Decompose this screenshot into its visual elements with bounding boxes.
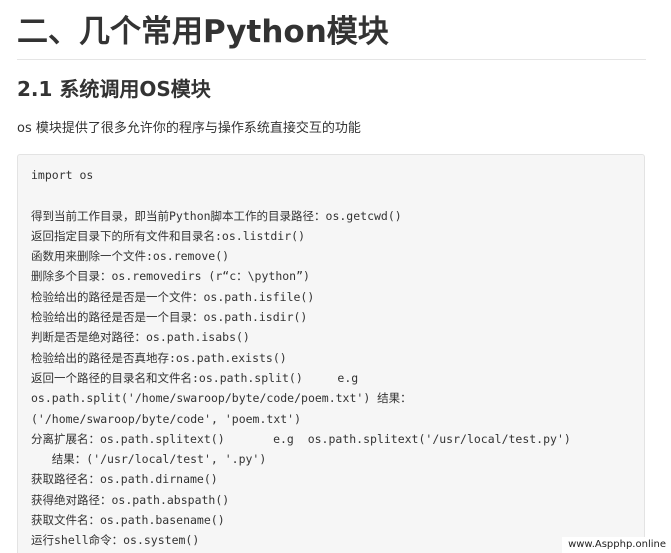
site-watermark: www.Aspphp.online xyxy=(562,537,671,553)
code-line: 分离扩展名：os.path.splitext() e.g os.path.spl… xyxy=(31,431,571,446)
code-line: 结果：('/usr/local/test', '.py') xyxy=(31,452,267,467)
code-block: import os 得到当前工作目录，即当前Python脚本工作的目录路径：os.… xyxy=(17,154,645,553)
code-line: 检验给出的路径是否是一个目录：os.path.isdir() xyxy=(31,310,308,325)
code-line: 检验给出的路径是否真地存:os.path.exists() xyxy=(31,350,287,365)
code-line: 获得绝对路径：os.path.abspath() xyxy=(31,492,230,507)
code-line: 获取文件名：os.path.basename() xyxy=(31,513,225,528)
code-line: 返回一个路径的目录名和文件名:os.path.split() e.g xyxy=(31,370,359,385)
code-line: 函数用来删除一个文件:os.remove() xyxy=(31,249,230,264)
article: 二、几个常用Python模块 2.1 系统调用OS模块 os 模块提供了很多允许… xyxy=(0,0,671,553)
code-line: 运行shell命令：os.system() xyxy=(31,533,200,548)
code-line: 判断是否是绝对路径：os.path.isabs() xyxy=(31,330,250,345)
code-line: 获取路径名：os.path.dirname() xyxy=(31,472,218,487)
intro-paragraph: os 模块提供了很多允许你的程序与操作系统直接交互的功能 xyxy=(17,121,361,136)
heading-divider xyxy=(17,59,646,60)
code-line: ('/home/swaroop/byte/code', 'poem.txt') xyxy=(31,411,302,426)
code-line: os.path.split('/home/swaroop/byte/code/p… xyxy=(31,391,412,406)
code-lines: import os 得到当前工作目录，即当前Python脚本工作的目录路径：os.… xyxy=(31,165,571,551)
code-line: 删除多个目录：os.removedirs (r“c：\python”) xyxy=(31,269,310,284)
code-line: 返回指定目录下的所有文件和目录名:os.listdir() xyxy=(31,228,306,243)
subsection-heading: 2.1 系统调用OS模块 xyxy=(17,77,211,101)
code-line: 得到当前工作目录，即当前Python脚本工作的目录路径：os.getcwd() xyxy=(31,208,402,223)
code-line: 检验给出的路径是否是一个文件：os.path.isfile() xyxy=(31,289,315,304)
code-line: import os xyxy=(31,168,94,182)
section-heading: 二、几个常用Python模块 xyxy=(17,14,389,50)
